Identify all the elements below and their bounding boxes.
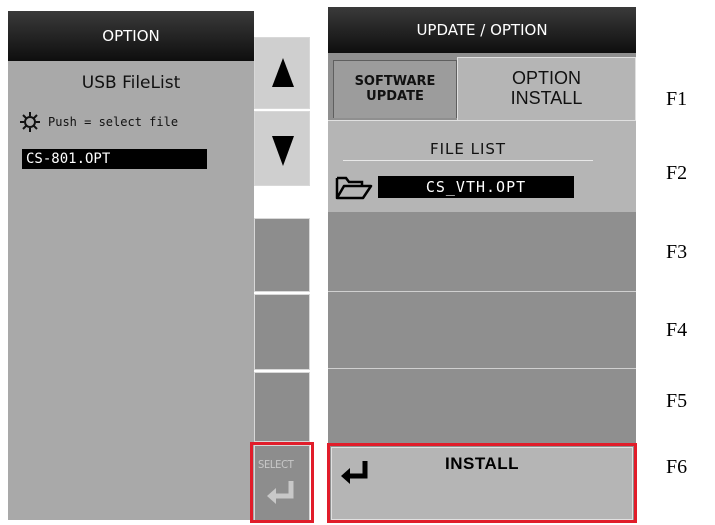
file-list-area (328, 120, 636, 212)
select-highlight-box (250, 442, 314, 523)
rotary-knob-icon (20, 112, 40, 132)
file-item-cs-vth[interactable]: CS_VTH.OPT (378, 176, 574, 198)
fkey-f1-label: F1 (666, 88, 688, 110)
file-list-title: FILE LIST (429, 140, 507, 158)
fkey-f4-label: F4 (666, 319, 688, 341)
file-item-cs-801[interactable]: CS-801.OPT (22, 149, 207, 169)
right-row-3 (328, 213, 636, 292)
right-row-5 (328, 370, 636, 444)
usb-filelist-title: USB FileList (81, 73, 181, 93)
fkey-f3-label: F3 (666, 241, 688, 263)
fkey-f2-label: F2 (666, 162, 688, 184)
scroll-up-button[interactable] (254, 37, 310, 109)
folder-open-icon (334, 173, 374, 203)
option-header: OPTION (8, 11, 254, 61)
install-highlight-box (327, 443, 637, 523)
down-arrow-icon (272, 136, 294, 166)
fkey-f5-label: F5 (666, 390, 688, 412)
tab-software-update[interactable]: SOFTWARE UPDATE (333, 60, 457, 118)
fkey-f6-label: F6 (666, 456, 688, 478)
usb-file-list-panel: USB FileList Push = select file CS-801.O… (8, 61, 254, 520)
soft-key-5 (254, 372, 310, 442)
right-row-4 (328, 293, 636, 369)
soft-key-3 (254, 218, 310, 292)
scroll-down-button[interactable] (254, 111, 310, 186)
tab-option-install[interactable]: OPTION INSTALL (457, 57, 636, 120)
push-select-hint: Push = select file (48, 115, 179, 129)
file-list-divider (343, 160, 593, 161)
update-option-header: UPDATE / OPTION (328, 7, 636, 53)
soft-key-4 (254, 294, 310, 370)
up-arrow-icon (272, 58, 294, 87)
